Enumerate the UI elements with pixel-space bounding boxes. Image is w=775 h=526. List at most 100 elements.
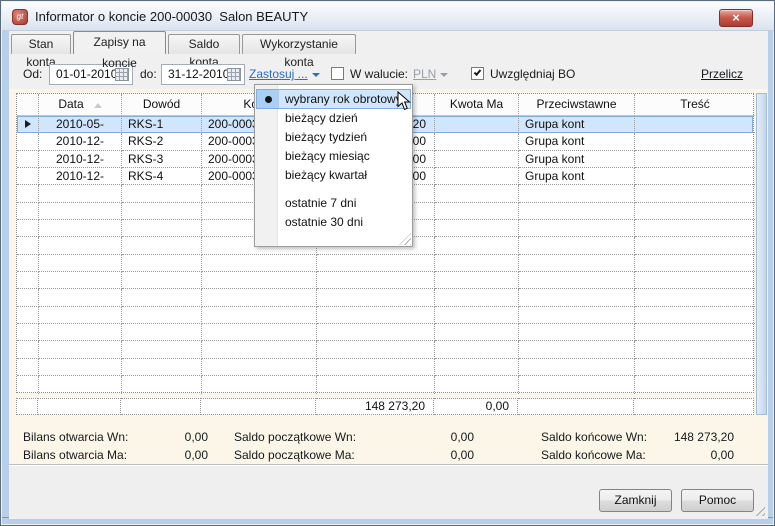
uwzgledniaj-bo-checkbox[interactable]: [471, 67, 484, 80]
date-to-input[interactable]: 31-12-2010: [161, 64, 245, 85]
uwzgledniaj-bo-label: Uwzględniaj BO: [490, 67, 575, 81]
saldo-poczatkowe-ma-value: 0,00: [379, 448, 474, 462]
cell-tresc: [635, 133, 755, 150]
summary-marker-cell: [16, 398, 38, 415]
menu-item-biezacy-dzien[interactable]: bieżący dzień: [255, 109, 412, 128]
menu-item-ostatnie-7-dni[interactable]: ostatnie 7 dni: [255, 194, 412, 213]
header-przeciwstawne[interactable]: Przeciwstawne: [519, 94, 635, 116]
cell-tresc: [635, 116, 755, 133]
table-row-empty[interactable]: [17, 341, 753, 358]
tab-saldo-konta[interactable]: Saldo konta: [168, 34, 240, 54]
calendar-icon[interactable]: [227, 68, 241, 81]
radio-bullet-icon: [265, 96, 272, 103]
header-marker: [17, 94, 39, 116]
table-row-empty[interactable]: [17, 359, 753, 376]
header-data[interactable]: Data: [39, 94, 122, 116]
currency-select[interactable]: PLN: [413, 67, 448, 81]
zamknij-button[interactable]: Zamknij: [599, 489, 672, 512]
dialog-content: Stan konta Zapisy na koncie Saldo konta …: [9, 31, 768, 519]
menu-gutter-cell: [257, 90, 279, 108]
cell-data: 2010-12-: [39, 168, 122, 185]
dialog-window: gt Informator o koncie 200-00030 Salon B…: [0, 0, 775, 526]
period-menu: wybrany rok obrotowy bieżący dzień bieżą…: [254, 84, 413, 247]
menu-item-biezacy-tydzien[interactable]: bieżący tydzień: [255, 128, 412, 147]
chevron-down-icon: [312, 73, 320, 77]
header-dowod[interactable]: Dowód: [122, 94, 202, 116]
tab-bar: Stan konta Zapisy na koncie Saldo konta …: [9, 31, 768, 54]
summary-dowod-cell: [121, 398, 201, 415]
saldo-koncowe-wn-label: Saldo końcowe Wn:: [541, 430, 647, 444]
pomoc-button[interactable]: Pomoc: [681, 489, 754, 512]
saldo-koncowe-wn-value: 148 273,20: [649, 430, 734, 444]
window-title: Informator o koncie 200-00030 Salon BEAU…: [35, 9, 308, 24]
menu-resize-grip[interactable]: [399, 233, 411, 245]
cell-dowod: RKS-4: [122, 168, 202, 185]
cell-data: 2010-05-: [39, 116, 122, 133]
row-marker-cell: [17, 151, 39, 168]
sort-ascending-icon: [94, 103, 102, 108]
header-tresc[interactable]: Treść: [635, 94, 755, 116]
cell-kwota-ma: [435, 133, 519, 150]
przelicz-link[interactable]: Przelicz: [701, 67, 743, 81]
cell-przeciwstawne: Grupa kont: [519, 168, 635, 185]
tab-wykorzystanie-konta[interactable]: Wykorzystanie konta: [242, 34, 356, 54]
w-walucie-checkbox[interactable]: [331, 67, 344, 80]
current-row-marker-icon: [25, 120, 31, 128]
cell-data: 2010-12-: [39, 133, 122, 150]
cell-dowod: RKS-3: [122, 151, 202, 168]
summary-kwota-ma: 0,00: [434, 398, 518, 415]
cell-przeciwstawne: Grupa kont: [519, 116, 635, 133]
cell-tresc: [635, 151, 755, 168]
header-kwota-ma[interactable]: Kwota Ma: [435, 94, 519, 116]
cell-kwota-ma: [435, 151, 519, 168]
summary-kwota-wn: 148 273,20: [316, 398, 434, 415]
date-from-label: Od:: [23, 67, 42, 81]
table-row-empty[interactable]: [17, 255, 753, 272]
menu-item-label: wybrany rok obrotowy: [279, 90, 402, 108]
bilans-otwarcia-ma-value: 0,00: [119, 448, 208, 462]
row-marker-cell: [17, 133, 39, 150]
menu-item-wybrany-rok-obrotowy[interactable]: wybrany rok obrotowy: [256, 89, 411, 109]
saldo-poczatkowe-ma-label: Saldo początkowe Ma:: [234, 448, 355, 462]
menu-item-ostatnie-30-dni[interactable]: ostatnie 30 dni: [255, 213, 412, 232]
saldo-poczatkowe-wn-label: Saldo początkowe Wn:: [234, 430, 356, 444]
date-to-label: do:: [140, 67, 157, 81]
cell-data: 2010-12-: [39, 151, 122, 168]
date-to-value: 31-12-2010: [168, 67, 229, 81]
cell-kwota-ma: [435, 168, 519, 185]
close-button[interactable]: ×: [719, 9, 753, 27]
table-row-empty[interactable]: [17, 272, 753, 289]
close-icon: ×: [732, 10, 740, 25]
summary-row: 148 273,20 0,00: [16, 398, 754, 415]
menu-item-biezacy-miesiac[interactable]: bieżący miesiąc: [255, 147, 412, 166]
summary-data-cell: [38, 398, 121, 415]
bilans-otwarcia-wn-value: 0,00: [119, 430, 208, 444]
cell-przeciwstawne: Grupa kont: [519, 151, 635, 168]
cell-kwota-ma: [435, 116, 519, 133]
saldo-koncowe-ma-value: 0,00: [649, 448, 734, 462]
checkmark-icon: [474, 68, 482, 76]
mouse-cursor-icon: [397, 91, 411, 115]
table-row-empty[interactable]: [17, 289, 753, 306]
vertical-scrollbar[interactable]: [756, 93, 767, 415]
chevron-down-icon: [440, 73, 448, 77]
window-border-left: [2, 31, 9, 517]
w-walucie-label: W walucie:: [350, 67, 408, 81]
saldo-koncowe-ma-label: Saldo końcowe Ma:: [541, 448, 646, 462]
app-icon: gt: [12, 9, 28, 25]
table-row-empty[interactable]: [17, 376, 753, 393]
dialog-footer: Zamknij Pomoc: [9, 465, 768, 519]
cell-dowod: RKS-1: [122, 116, 202, 133]
tab-stan-konta[interactable]: Stan konta: [11, 34, 71, 54]
table-row-empty[interactable]: [17, 324, 753, 341]
tab-zapisy-na-koncie[interactable]: Zapisy na koncie: [73, 31, 166, 54]
titlebar[interactable]: gt Informator o koncie 200-00030 Salon B…: [2, 2, 775, 31]
table-row-empty[interactable]: [17, 307, 753, 324]
row-marker-cell: [17, 116, 39, 133]
menu-item-biezacy-kwartal[interactable]: bieżący kwartał: [255, 166, 412, 185]
cell-dowod: RKS-2: [122, 133, 202, 150]
summary-konto-cell: [201, 398, 316, 415]
cell-tresc: [635, 168, 755, 185]
bilans-otwarcia-wn-label: Bilans otwarcia Wn:: [23, 430, 128, 444]
zastosuj-dropdown-link[interactable]: Zastosuj ...: [249, 67, 320, 81]
